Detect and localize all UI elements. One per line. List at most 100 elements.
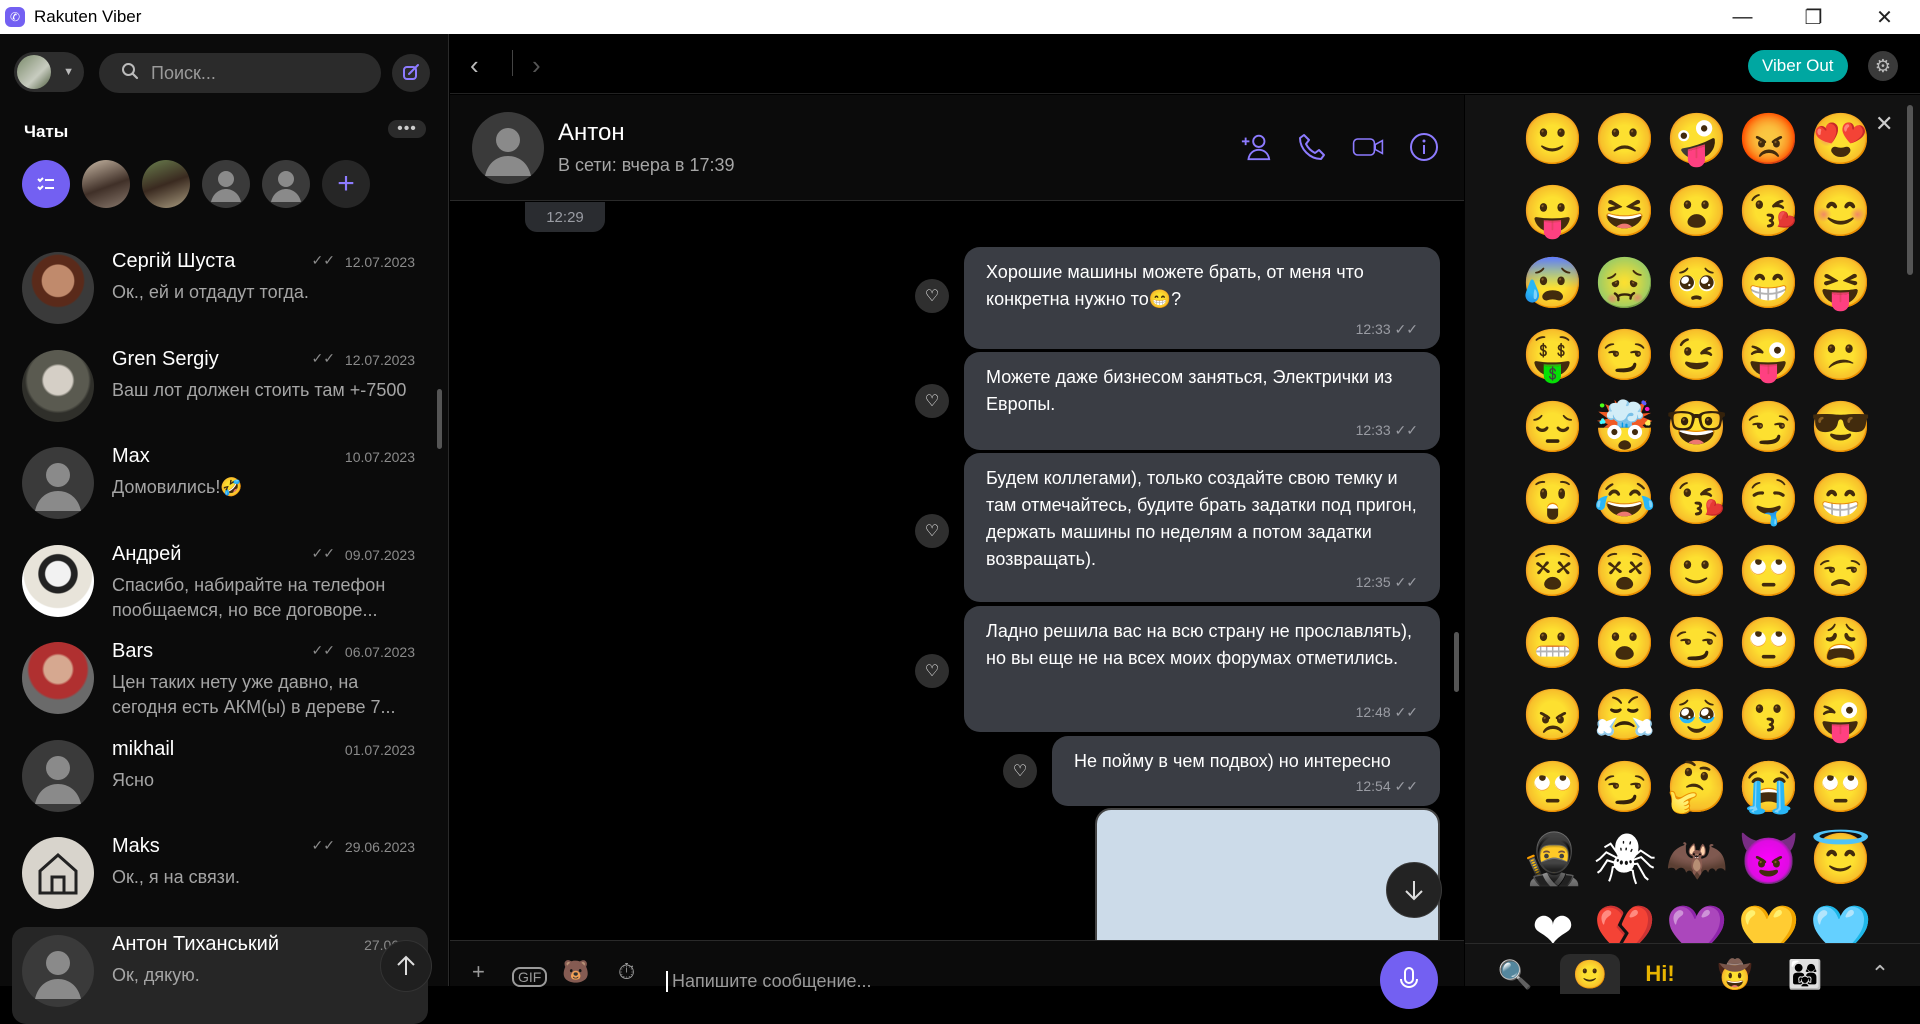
emoji-item[interactable]: 🙂: [1517, 103, 1589, 175]
message-bubble[interactable]: Хорошие машины можете брать, от меня что…: [964, 247, 1440, 349]
message-bubble[interactable]: Ладно решила вас на всю страну не просла…: [964, 606, 1440, 732]
emoji-item[interactable]: 😡: [1733, 103, 1805, 175]
forward-arrow-icon[interactable]: ›: [532, 50, 541, 81]
video-call-icon[interactable]: [1352, 131, 1384, 163]
emoji-item[interactable]: 😁: [1805, 463, 1877, 535]
emoji-item[interactable]: 🤓: [1661, 391, 1733, 463]
emoji-item[interactable]: 😁: [1733, 247, 1805, 319]
settings-gear-icon[interactable]: ⚙: [1868, 51, 1898, 81]
my-profile-button[interactable]: ▼: [14, 52, 84, 92]
emoji-item[interactable]: 😊: [1805, 175, 1877, 247]
emoji-item[interactable]: 🤔: [1661, 751, 1733, 823]
contact-avatar[interactable]: [472, 112, 544, 184]
like-heart-icon[interactable]: ♡: [915, 654, 949, 688]
back-arrow-icon[interactable]: ‹: [470, 50, 479, 81]
close-window-button[interactable]: ✕: [1849, 0, 1920, 34]
scroll-to-top-button[interactable]: [380, 940, 432, 992]
pinned-contact-avatar[interactable]: [142, 160, 190, 208]
timer-icon[interactable]: ⏱: [618, 959, 635, 985]
emoji-item[interactable]: 🕷: [1589, 823, 1661, 895]
emoji-item[interactable]: 😬: [1517, 607, 1589, 679]
add-participant-icon[interactable]: [1240, 131, 1272, 163]
emoji-scrollbar[interactable]: [1907, 105, 1913, 275]
emoji-item[interactable]: 😗: [1733, 679, 1805, 751]
emoji-item[interactable]: 😏: [1589, 751, 1661, 823]
compose-button[interactable]: [392, 54, 430, 92]
emoji-category-tab[interactable]: 🤠: [1705, 954, 1765, 994]
emoji-item[interactable]: 😩: [1805, 607, 1877, 679]
emoji-category-tab[interactable]: 🔍: [1485, 954, 1545, 994]
emoji-item[interactable]: 😈: [1733, 823, 1805, 895]
messages-scrollbar[interactable]: [1454, 632, 1459, 692]
emoji-item[interactable]: 😘: [1661, 463, 1733, 535]
chats-more-button[interactable]: •••: [388, 120, 426, 138]
pinned-contact-avatar[interactable]: [202, 160, 250, 208]
emoji-item[interactable]: 😜: [1733, 319, 1805, 391]
message-input[interactable]: Напишите сообщение...: [666, 971, 872, 992]
chat-list-item[interactable]: Сергій Шуста Ок., ей и отдадут тогда. ✓✓…: [0, 244, 440, 342]
sidebar-scrollbar[interactable]: [437, 389, 442, 449]
all-chats-filter-button[interactable]: [22, 160, 70, 208]
restore-button[interactable]: ❐: [1778, 0, 1849, 34]
emoji-item[interactable]: 😏: [1589, 319, 1661, 391]
emoji-item[interactable]: 🤢: [1589, 247, 1661, 319]
emoji-item[interactable]: 🤤: [1733, 463, 1805, 535]
chat-list-item[interactable]: Max Домовились!🤣 10.07.2023: [0, 439, 440, 537]
viber-out-button[interactable]: Viber Out: [1748, 50, 1848, 82]
emoji-item[interactable]: 😕: [1805, 319, 1877, 391]
emoji-item[interactable]: 🥹: [1661, 679, 1733, 751]
chat-list-item[interactable]: Bars Цен таких нету уже давно, на сегодн…: [0, 634, 440, 732]
emoji-item[interactable]: 🤑: [1517, 319, 1589, 391]
message-bubble[interactable]: Будем коллегами), только создайте свою т…: [964, 453, 1440, 602]
chat-list-item[interactable]: mikhail Ясно 01.07.2023: [0, 732, 440, 830]
emoji-item[interactable]: 😘: [1733, 175, 1805, 247]
emoji-item[interactable]: 😮: [1661, 175, 1733, 247]
add-pinned-button[interactable]: +: [322, 160, 370, 208]
emoji-item[interactable]: 😜: [1805, 679, 1877, 751]
gif-button[interactable]: GIF: [512, 967, 547, 987]
emoji-item[interactable]: 😮: [1589, 607, 1661, 679]
message-bubble[interactable]: Можете даже бизнесом заняться, Электричк…: [964, 352, 1440, 450]
pinned-contact-avatar[interactable]: [262, 160, 310, 208]
emoji-category-tab[interactable]: 👨‍👩‍👧: [1775, 954, 1835, 994]
search-input[interactable]: [151, 63, 351, 84]
close-icon[interactable]: ✕: [1875, 111, 1893, 137]
emoji-item[interactable]: 😎: [1805, 391, 1877, 463]
emoji-category-tab[interactable]: Hi!: [1630, 954, 1690, 994]
emoji-item[interactable]: 😵: [1589, 535, 1661, 607]
image-message[interactable]: [1095, 808, 1440, 940]
sticker-icon[interactable]: 🐻: [562, 959, 589, 985]
voice-call-icon[interactable]: [1296, 131, 1328, 163]
scroll-to-bottom-button[interactable]: [1386, 862, 1442, 918]
emoji-category-tab[interactable]: 🙂: [1560, 954, 1620, 994]
emoji-item[interactable]: 🙄: [1733, 535, 1805, 607]
emoji-item[interactable]: 😝: [1805, 247, 1877, 319]
emoji-item[interactable]: 🙂: [1661, 535, 1733, 607]
emoji-item[interactable]: 😒: [1805, 535, 1877, 607]
emoji-item[interactable]: 😤: [1589, 679, 1661, 751]
emoji-item[interactable]: 😰: [1517, 247, 1589, 319]
emoji-item[interactable]: 😏: [1661, 607, 1733, 679]
emoji-item[interactable]: 🤪: [1661, 103, 1733, 175]
emoji-item[interactable]: 🙁: [1589, 103, 1661, 175]
chat-list-item-selected[interactable]: Антон Тиханський Ок, дякую. 27.06.: [12, 927, 428, 1024]
contact-name[interactable]: Антон: [558, 119, 625, 147]
emoji-item[interactable]: 😭: [1733, 751, 1805, 823]
emoji-item[interactable]: 😉: [1661, 319, 1733, 391]
emoji-item[interactable]: 😲: [1517, 463, 1589, 535]
like-heart-icon[interactable]: ♡: [915, 279, 949, 313]
minimize-button[interactable]: —: [1707, 0, 1778, 34]
emoji-item[interactable]: 😠: [1517, 679, 1589, 751]
emoji-item[interactable]: 🙄: [1733, 607, 1805, 679]
search-box[interactable]: [99, 53, 381, 93]
message-bubble[interactable]: Не пойму в чем подвох) но интересно 12:5…: [1052, 736, 1440, 806]
info-icon[interactable]: [1408, 131, 1440, 163]
emoji-item[interactable]: 😆: [1589, 175, 1661, 247]
emoji-item[interactable]: 😔: [1517, 391, 1589, 463]
emoji-category-tab[interactable]: ⌃: [1850, 954, 1910, 994]
emoji-item[interactable]: 🥺: [1661, 247, 1733, 319]
chat-list-item[interactable]: Gren Sergiy Ваш лот должен стоить там +-…: [0, 342, 440, 440]
emoji-item[interactable]: 🙄: [1805, 751, 1877, 823]
chat-list-item[interactable]: Maks Ок., я на связи. ✓✓ 29.06.2023: [0, 829, 440, 927]
emoji-item[interactable]: 😍: [1805, 103, 1877, 175]
